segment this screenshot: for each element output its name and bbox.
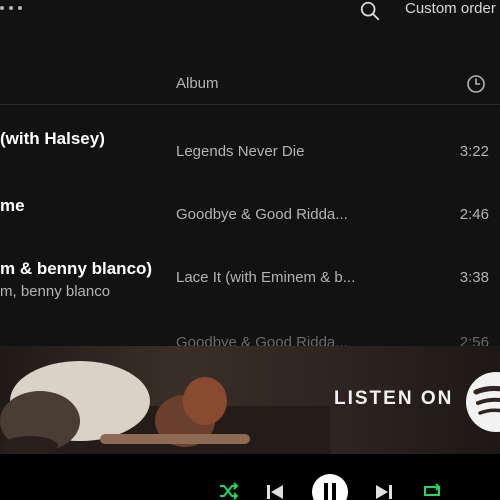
player-controls <box>0 454 500 500</box>
track-duration: 3:22 <box>459 143 489 160</box>
track-duration: 3:38 <box>459 269 489 286</box>
track-album[interactable]: Lace It (with Eminem & b... <box>176 269 355 286</box>
track-row[interactable]: Goodbye & Good Ridda... 2:56 <box>0 332 500 346</box>
track-title[interactable]: me <box>0 196 25 216</box>
track-artist[interactable]: m, benny blanco <box>0 283 110 300</box>
sort-order-button[interactable]: Custom order <box>405 0 496 17</box>
track-title[interactable]: (with Halsey) <box>0 129 105 149</box>
more-dots-icon[interactable] <box>0 6 22 10</box>
search-icon[interactable] <box>359 0 381 22</box>
listen-on-text: LISTEN ON <box>334 388 454 409</box>
track-album[interactable]: Goodbye & Good Ridda... <box>176 334 348 346</box>
track-title[interactable]: m & benny blanco) <box>0 259 152 279</box>
track-row[interactable]: m & benny blanco) m, benny blanco Lace I… <box>0 259 500 321</box>
clock-icon <box>467 75 485 93</box>
repeat-icon[interactable] <box>422 482 442 500</box>
ad-banner[interactable]: LISTEN ON <box>0 346 500 454</box>
track-row[interactable]: (with Halsey) Legends Never Die 3:22 <box>0 129 500 191</box>
previous-icon[interactable] <box>266 484 284 500</box>
track-album[interactable]: Legends Never Die <box>176 143 304 160</box>
track-duration: 2:46 <box>459 206 489 223</box>
pause-icon[interactable] <box>312 474 348 500</box>
next-icon[interactable] <box>375 484 393 500</box>
spotify-logo-icon <box>466 372 500 432</box>
top-bar: Custom order <box>0 0 500 40</box>
tracklist-header: Album <box>0 64 500 105</box>
album-column-header[interactable]: Album <box>176 75 219 92</box>
shuffle-icon[interactable] <box>219 482 239 500</box>
track-duration: 2:56 <box>459 334 489 346</box>
track-row[interactable]: me Goodbye & Good Ridda... 2:46 <box>0 196 500 258</box>
track-album[interactable]: Goodbye & Good Ridda... <box>176 206 348 223</box>
